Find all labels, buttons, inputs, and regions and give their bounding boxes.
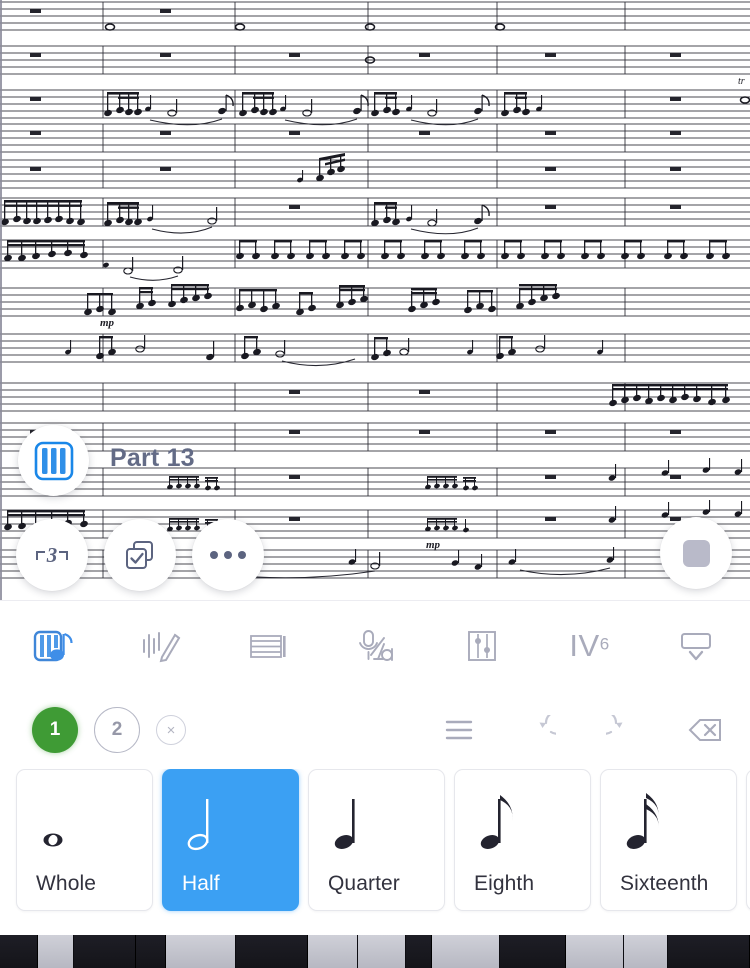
- duration-eighth[interactable]: Eighth: [454, 769, 591, 911]
- sixteenth-note-icon: [626, 793, 659, 849]
- piano-note-icon: [33, 630, 73, 662]
- tool-tab-row: IV6: [0, 601, 750, 691]
- select-button[interactable]: [104, 519, 176, 591]
- piano-key-white-13[interactable]: [624, 935, 668, 968]
- half-note-icon: [187, 799, 209, 851]
- piano-key-white-10[interactable]: [432, 935, 500, 968]
- svg-text:mp: mp: [100, 317, 115, 329]
- tab-draw[interactable]: [107, 601, 214, 691]
- tab-staff[interactable]: [214, 601, 321, 691]
- triplet-number: 3: [46, 542, 58, 567]
- piano-keyboard-strip[interactable]: [0, 935, 750, 968]
- piano-key-white-7[interactable]: [308, 935, 358, 968]
- chord-inversion-superscript: 6: [599, 634, 610, 654]
- part-label: Part 13: [110, 444, 195, 472]
- score-canvas[interactable]: tr mp mp Part 13 3: [0, 0, 750, 600]
- voice-2[interactable]: 2: [94, 707, 140, 753]
- piano-key-white-5[interactable]: [166, 935, 236, 968]
- playback-playhead: [0, 0, 2, 600]
- undo-arrow-icon[interactable]: [524, 715, 556, 745]
- duration-eighth-label: Eighth: [474, 872, 535, 895]
- whole-note-icon: [43, 833, 63, 847]
- duration-quarter[interactable]: Quarter: [308, 769, 445, 911]
- keyboard-collapse-icon: [681, 633, 712, 661]
- checked-squares-icon: [126, 541, 153, 569]
- triplet-bracket-right: [59, 550, 69, 560]
- mixer-sliders-icon: [468, 631, 497, 661]
- piano-key-black-3[interactable]: [74, 935, 136, 968]
- part-instrument-badge[interactable]: [18, 425, 89, 496]
- piano-key-black-6[interactable]: [236, 935, 308, 968]
- piano-key-black-14[interactable]: [668, 935, 750, 968]
- triplet-button[interactable]: 3: [16, 519, 88, 591]
- svg-text:mp: mp: [426, 539, 441, 551]
- stop-playback-button[interactable]: [660, 517, 732, 589]
- waveform-pencil-icon: [142, 632, 181, 663]
- duration-whole[interactable]: Whole: [16, 769, 153, 911]
- tab-lyrics[interactable]: [321, 601, 428, 691]
- quarter-note-icon: [334, 799, 355, 849]
- tab-mixer[interactable]: [429, 601, 536, 691]
- eighth-note-icon: [480, 795, 513, 849]
- tab-hide-keyboard[interactable]: [643, 601, 750, 691]
- triplet-glyph: 3: [35, 542, 69, 567]
- staff-lines-icon: [249, 635, 286, 658]
- duration-half-label: Half: [182, 872, 220, 895]
- duration-sixteenth-label: Sixteenth: [620, 872, 709, 895]
- chord-roman-numeral: IV: [569, 628, 600, 663]
- bottom-control-panel: IV6 1 2 × Whole Half Quarter Eighth Sixt…: [0, 600, 750, 935]
- voice-selector-row: 1 2 ×: [0, 691, 750, 769]
- piano-key-white-2[interactable]: [38, 935, 74, 968]
- note-duration-row[interactable]: Whole Half Quarter Eighth Sixteenth: [0, 769, 750, 936]
- tab-chords[interactable]: IV6: [536, 601, 643, 691]
- piano-key-black-9[interactable]: [406, 935, 432, 968]
- piano-key-black-4[interactable]: [136, 935, 166, 968]
- redo-arrow-icon[interactable]: [606, 715, 638, 745]
- tab-notes[interactable]: [0, 601, 107, 691]
- more-options-button[interactable]: [192, 519, 264, 591]
- stop-square-icon: [682, 539, 710, 567]
- triplet-bracket-left: [35, 550, 45, 560]
- ellipsis-icon: [210, 551, 246, 559]
- duration-thirtysecond[interactable]: [746, 769, 750, 911]
- piano-key-black-1[interactable]: [0, 935, 38, 968]
- piano-key-white-8[interactable]: [358, 935, 406, 968]
- piano-keys-icon: [34, 441, 73, 480]
- piano-key-white-12[interactable]: [566, 935, 624, 968]
- duration-half[interactable]: Half: [162, 769, 299, 911]
- voice-1[interactable]: 1: [32, 707, 78, 753]
- duration-sixteenth[interactable]: Sixteenth: [600, 769, 737, 911]
- voice-close-button[interactable]: ×: [156, 715, 186, 745]
- duration-quarter-label: Quarter: [328, 872, 400, 895]
- microphone-lyrics-icon: [359, 630, 393, 661]
- svg-text:tr: tr: [738, 76, 745, 87]
- duration-whole-label: Whole: [36, 872, 97, 895]
- music-notation-staves[interactable]: tr mp mp: [0, 0, 750, 600]
- hamburger-menu-icon[interactable]: [444, 717, 474, 743]
- piano-key-black-11[interactable]: [500, 935, 566, 968]
- backspace-delete-icon[interactable]: [688, 716, 724, 744]
